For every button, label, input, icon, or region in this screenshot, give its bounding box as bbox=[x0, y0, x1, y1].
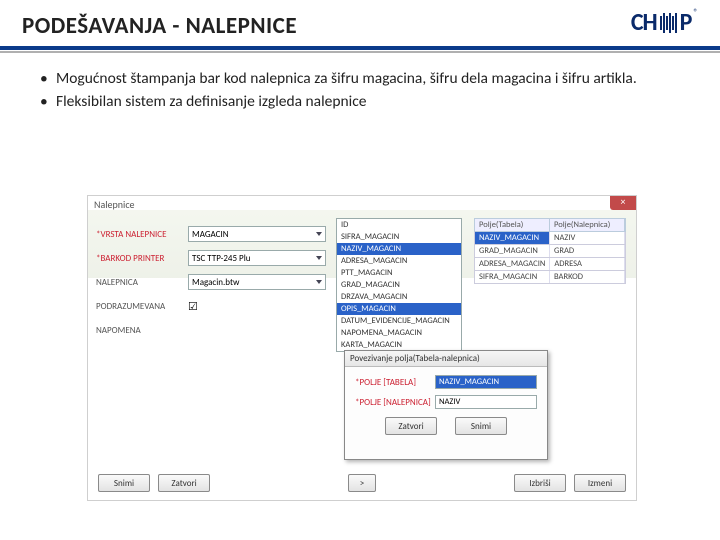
form-row-default: PODRAZUMEVANA☑ bbox=[96, 296, 326, 316]
label-napomena: NAPOMENA bbox=[96, 325, 188, 336]
bullet-item: Mogućnost štampanja bar kod nalepnica za… bbox=[40, 69, 694, 90]
table-row[interactable]: SIFRA_MAGACINBARKOD bbox=[474, 271, 626, 284]
dialog-title: Povezivanje polja(Tabela-nalepnica) bbox=[345, 351, 547, 367]
table-header: Polje(Tabela) Polje(Nalepnica) bbox=[474, 218, 626, 232]
form-row-printer: *BARKOD PRINTER TSC TTP-245 Plu bbox=[96, 248, 326, 268]
label-nalepnica: NALEPNICA bbox=[96, 277, 188, 288]
form-row-napomena: NAPOMENA bbox=[96, 320, 326, 340]
brand-logo: CH P ® bbox=[631, 8, 698, 37]
form-row-vrsta: *VRSTA NALEPNICE MAGACIN bbox=[96, 224, 326, 244]
select-value: MAGACIN bbox=[192, 229, 229, 240]
cell: GRAD bbox=[550, 245, 625, 257]
mapping-dialog: Povezivanje polja(Tabela-nalepnica) *POL… bbox=[344, 350, 548, 460]
table-row[interactable]: ADRESA_MAGACINADRESA bbox=[474, 258, 626, 271]
list-item[interactable]: ADRESA_MAGACIN bbox=[337, 255, 461, 267]
page-title: PODEŠAVANJA - NALEPNICE bbox=[22, 12, 297, 40]
cell: NAZIV_MAGACIN bbox=[475, 232, 550, 244]
cell: ADRESA_MAGACIN bbox=[475, 258, 550, 270]
bullet-item: Fleksibilan sistem za definisanje izgled… bbox=[40, 92, 694, 113]
checkbox-default[interactable]: ☑ bbox=[188, 300, 198, 313]
chevron-down-icon bbox=[316, 280, 322, 284]
th-tabela: Polje(Tabela) bbox=[475, 219, 550, 231]
list-item[interactable]: DRZAVA_MAGACIN bbox=[337, 291, 461, 303]
divider-secondary bbox=[0, 51, 720, 53]
list-item[interactable]: ID bbox=[337, 219, 461, 231]
mapping-table: Polje(Tabela) Polje(Nalepnica) NAZIV_MAG… bbox=[474, 218, 626, 284]
dialog-row-nalepnica: *POLJE [NALEPNICA]NAZIV bbox=[355, 395, 537, 409]
close-icon[interactable]: × bbox=[610, 196, 636, 210]
bullet-list: Mogućnost štampanja bar kod nalepnica za… bbox=[40, 69, 694, 113]
table-row[interactable]: NAZIV_MAGACINNAZIV bbox=[474, 232, 626, 245]
barcode-icon bbox=[660, 13, 677, 33]
window-title: Nalepnice bbox=[94, 198, 135, 211]
cell: BARKOD bbox=[550, 271, 625, 283]
fields-listbox[interactable]: ID SIFRA_MAGACIN NAZIV_MAGACIN ADRESA_MA… bbox=[336, 218, 462, 352]
label-printer: *BARKOD PRINTER bbox=[96, 253, 188, 264]
save-button[interactable]: Snimi bbox=[98, 474, 150, 492]
list-item[interactable]: SIFRA_MAGACIN bbox=[337, 231, 461, 243]
window-footer: Snimi Zatvori > Izbriši Izmeni bbox=[98, 474, 626, 492]
logo-text-right: P bbox=[680, 8, 692, 37]
list-item[interactable]: NAPOMENA_MAGACIN bbox=[337, 327, 461, 339]
list-item[interactable]: GRAD_MAGACIN bbox=[337, 279, 461, 291]
logo-text-left: CH bbox=[631, 8, 657, 37]
label-default: PODRAZUMEVANA bbox=[96, 301, 188, 312]
screenshot-window: Nalepnice × *VRSTA NALEPNICE MAGACIN *BAR… bbox=[88, 196, 636, 500]
form-row-nalepnica: NALEPNICA Magacin.btw bbox=[96, 272, 326, 292]
list-item[interactable]: NAZIV_MAGACIN bbox=[337, 243, 461, 255]
divider-primary bbox=[0, 46, 720, 50]
registered-icon: ® bbox=[693, 7, 698, 18]
form-panel: *VRSTA NALEPNICE MAGACIN *BARKOD PRINTER T… bbox=[96, 224, 326, 344]
select-value: Magacin.btw bbox=[192, 277, 239, 288]
list-item[interactable]: PTT_MAGACIN bbox=[337, 267, 461, 279]
select-vrsta[interactable]: MAGACIN bbox=[188, 226, 326, 242]
chevron-down-icon bbox=[316, 256, 322, 260]
list-item-selected[interactable]: OPIS_MAGACIN bbox=[337, 303, 461, 315]
select-value: TSC TTP-245 Plu bbox=[192, 253, 251, 264]
cell: SIFRA_MAGACIN bbox=[475, 271, 550, 283]
dialog-label-tabela: *POLJE [TABELA] bbox=[355, 377, 435, 388]
table-row[interactable]: GRAD_MAGACINGRAD bbox=[474, 245, 626, 258]
dialog-field-nalepnica[interactable]: NAZIV bbox=[435, 395, 537, 409]
close-button[interactable]: Zatvori bbox=[158, 474, 210, 492]
delete-button[interactable]: Izbriši bbox=[514, 474, 566, 492]
dialog-save-button[interactable]: Snimi bbox=[455, 417, 507, 435]
dialog-label-nalepnica: *POLJE [NALEPNICA] bbox=[355, 397, 435, 408]
dialog-field-tabela[interactable]: NAZIV_MAGACIN bbox=[435, 375, 537, 389]
th-nalepnica: Polje(Nalepnica) bbox=[550, 219, 625, 231]
cell: NAZIV bbox=[550, 232, 625, 244]
move-right-button[interactable]: > bbox=[348, 474, 376, 492]
select-printer[interactable]: TSC TTP-245 Plu bbox=[188, 250, 326, 266]
edit-button[interactable]: Izmeni bbox=[574, 474, 626, 492]
cell: ADRESA bbox=[550, 258, 625, 270]
cell: GRAD_MAGACIN bbox=[475, 245, 550, 257]
dialog-close-button[interactable]: Zatvori bbox=[385, 417, 437, 435]
label-vrsta: *VRSTA NALEPNICE bbox=[96, 229, 188, 240]
list-item[interactable]: DATUM_EVIDENCIJE_MAGACIN bbox=[337, 315, 461, 327]
dialog-row-tabela: *POLJE [TABELA]NAZIV_MAGACIN bbox=[355, 375, 537, 389]
select-nalepnica[interactable]: Magacin.btw bbox=[188, 274, 326, 290]
chevron-down-icon bbox=[316, 232, 322, 236]
